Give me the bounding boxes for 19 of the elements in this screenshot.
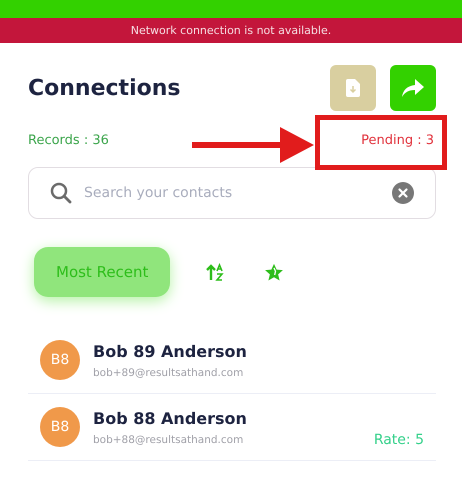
contact-email: bob+88@resultsathand.com: [93, 434, 244, 446]
contact-name: Bob 89 Anderson: [93, 342, 247, 360]
clear-icon[interactable]: [392, 182, 414, 204]
avatar: B8: [40, 407, 80, 447]
pending-count: Pending : 3: [361, 133, 434, 148]
page-title: Connections: [28, 76, 180, 100]
share-button[interactable]: [390, 65, 436, 111]
avatar: B8: [40, 340, 80, 380]
search-icon: [50, 182, 72, 204]
contact-name: Bob 88 Anderson: [93, 408, 247, 428]
contact-row[interactable]: B8 Bob 89 Anderson bob+89@resultsathand.com: [28, 327, 436, 394]
records-count: Records : 36: [28, 133, 109, 148]
file-download-icon: [346, 79, 360, 97]
search-field[interactable]: Search your contacts: [28, 167, 436, 219]
contact-row[interactable]: B8 Bob 88 Anderson bob+88@resultsathand.com Rate: 5: [28, 394, 436, 461]
contact-email: bob+89@resultsathand.com: [93, 366, 244, 378]
rate-label: Rate: 5: [374, 432, 424, 448]
network-error-banner: Network connection is not available.: [0, 18, 462, 43]
share-arrow-icon: [402, 79, 424, 97]
